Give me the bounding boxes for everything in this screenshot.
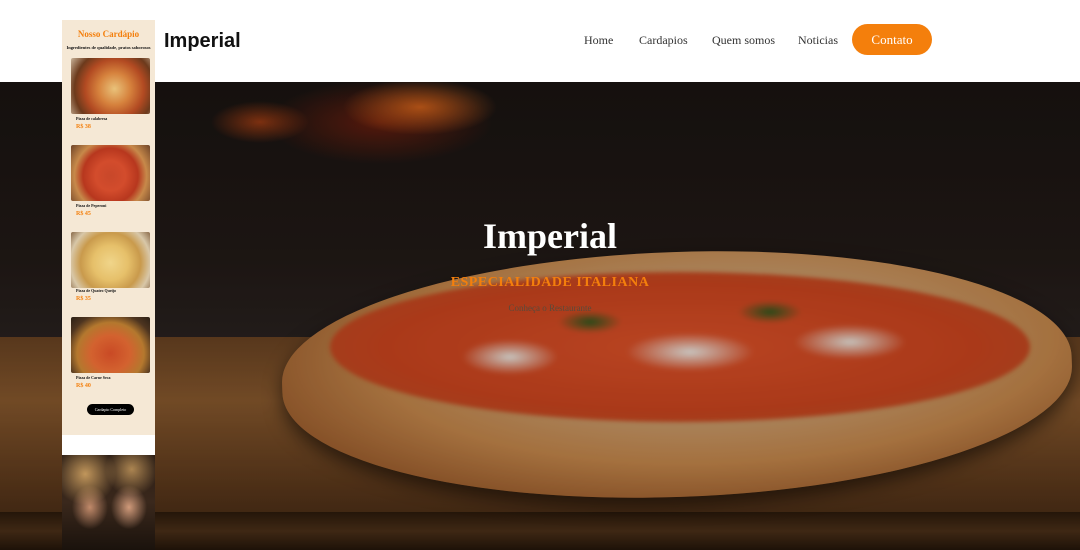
nav-noticias[interactable]: Noticias	[798, 33, 838, 48]
hero-title: Imperial	[483, 216, 617, 256]
pizza-calabresa-image	[71, 58, 150, 114]
contact-button[interactable]: Contato	[852, 24, 932, 55]
site-header: Imperial Home Cardapios Quem somos Notic…	[0, 0, 1080, 82]
menu-item-name: Pizza de Quatro Queijo	[76, 288, 117, 293]
menu-item-price: R$ 40	[76, 383, 91, 389]
menu-item-price: R$ 45	[76, 211, 91, 217]
hero-description: Conheça o Restaurante	[508, 303, 592, 313]
menu-item-price: R$ 35	[76, 296, 91, 302]
pizza-carne-seca-image	[71, 317, 150, 373]
pizza-peperoni-image	[71, 145, 150, 201]
menu-title: Nosso Cardápio	[77, 29, 140, 39]
menu-item-name: Pizza de Peperoni	[76, 203, 107, 208]
couple-toast-image	[62, 455, 155, 550]
hero-subtitle: ESPECIALIDADE ITALIANA	[450, 275, 650, 290]
full-menu-button[interactable]: Cardapio Completo	[87, 404, 134, 415]
hero-overlay	[0, 82, 1080, 550]
logo[interactable]: Imperial	[164, 30, 241, 53]
menu-panel: Nosso Cardápio Ingredientes de qualidade…	[62, 20, 155, 435]
menu-item-name: Pizza de Carne Seca	[76, 375, 111, 380]
menu-tagline: Ingredientes de qualidade, pratos saboro…	[66, 45, 151, 50]
pizza-quatro-queijo-image	[71, 232, 150, 288]
nav-quem-somos[interactable]: Quem somos	[712, 33, 775, 48]
hero-section: Imperial ESPECIALIDADE ITALIANA Conheça …	[0, 82, 1080, 550]
menu-item-name: Pizza de calabresa	[76, 116, 108, 121]
nav-cardapios[interactable]: Cardapios	[639, 33, 688, 48]
nav-home[interactable]: Home	[584, 33, 613, 48]
panel-spacer	[62, 435, 155, 455]
menu-item-price: R$ 38	[76, 124, 91, 130]
